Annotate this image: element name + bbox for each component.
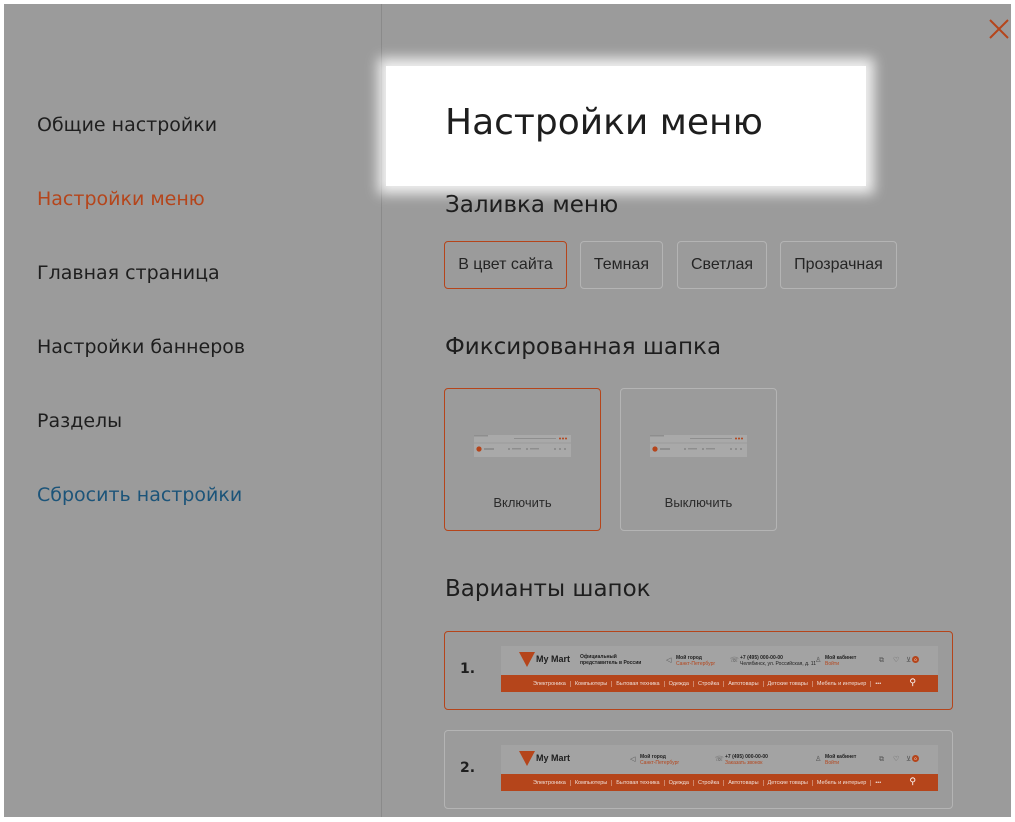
preview-account-value: Войти [825,661,839,667]
compare-icon: ⧉ [879,656,884,664]
phone-icon: ☏ [715,755,724,763]
header-preview: My Mart Официальный представитель в Росс… [501,646,938,694]
preview-top-row: My Mart ◁ Мой город Санкт-Петербург ☏ +7… [501,745,938,774]
fixed-header-enable-card[interactable]: Включить [444,388,601,531]
preview-nav-item: Стройка [694,779,725,786]
preview-nav-item: Компьютеры [571,779,613,786]
preview-nav-item: Компьютеры [571,680,613,687]
sidebar-item-general[interactable]: Общие настройки [37,114,217,136]
sidebar-item-banners[interactable]: Настройки баннеров [37,336,245,358]
preview-phone-sub: Заказать звонок [725,760,763,766]
page-title: Настройки меню [445,102,763,143]
preview-nav-item: Автотовары [724,779,764,786]
fixed-header-disable-label: Выключить [664,495,733,510]
logo-icon [519,751,535,766]
preview-logo: My Mart [536,753,571,763]
preview-address: Челябинск, ул. Российская, д. 11 [740,661,816,667]
fill-option-site-color[interactable]: В цвет сайта [444,241,567,289]
variant-number: 2. [460,760,476,776]
fill-section-title: Заливка меню [445,192,619,218]
preview-top-row: My Mart Официальный представитель в Росс… [501,646,938,675]
user-icon: ♙ [815,656,822,664]
header-preview-thumbnail [650,435,747,457]
sidebar-item-sections[interactable]: Разделы [37,410,122,432]
preview-logo: My Mart [536,654,571,664]
sidebar-item-main-page[interactable]: Главная страница [37,262,220,284]
reset-settings-link[interactable]: Сбросить настройки [37,484,242,506]
preview-nav-item: Детские товары [764,680,813,687]
sidebar-divider [381,4,382,817]
fixed-header-disable-card[interactable]: Выключить [620,388,777,531]
preview-nav-item: Электроника [529,779,571,786]
preview-nav-bar: Электроника Компьютеры Бытовая техника О… [501,675,938,692]
user-icon: ♙ [815,755,822,763]
fill-option-dark[interactable]: Темная [580,241,663,289]
phone-icon: ☏ [730,656,739,664]
preview-nav-more: ••• [875,779,882,786]
cart-icon: ⊻ [906,656,912,664]
header-preview: My Mart ◁ Мой город Санкт-Петербург ☏ +7… [501,745,938,793]
preview-nav-item: Электроника [529,680,571,687]
logo-icon [519,652,535,667]
search-icon: ⚲ [909,678,916,688]
sidebar-item-menu[interactable]: Настройки меню [37,188,205,210]
fill-option-light[interactable]: Светлая [677,241,767,289]
preview-nav-bar: Электроника Компьютеры Бытовая техника О… [501,774,938,791]
header-preview-thumbnail [474,435,571,457]
header-variant-2[interactable]: 2. My Mart ◁ Мой город Санкт-Петербург ☏… [444,730,953,809]
location-icon: ◁ [666,656,672,664]
heart-icon: ♡ [893,656,900,664]
preview-nav-item: Мебель и интерьер [813,779,872,786]
heart-icon: ♡ [893,755,900,763]
cart-badge: 0 [912,755,919,762]
preview-nav-item: Бытовая техника [612,779,665,786]
preview-tagline-2: представитель в России [580,660,642,666]
preview-account-value: Войти [825,760,839,766]
fixed-header-section-title: Фиксированная шапка [445,334,722,360]
preview-nav-item: Автотовары [724,680,764,687]
cart-badge: 0 [912,656,919,663]
compare-icon: ⧉ [879,755,884,763]
preview-nav-item: Бытовая техника [612,680,665,687]
preview-nav-item: Мебель и интерьер [813,680,872,687]
search-icon: ⚲ [909,777,916,787]
close-icon[interactable] [988,18,1010,40]
preview-nav-more: ••• [875,680,882,687]
preview-nav-item: Стройка [694,680,725,687]
preview-city-value: Санкт-Петербург [676,661,716,667]
preview-city-value: Санкт-Петербург [640,760,680,766]
preview-nav-item: Детские товары [764,779,813,786]
fixed-header-enable-label: Включить [493,495,552,510]
header-variant-1[interactable]: 1. My Mart Официальный представитель в Р… [444,631,953,710]
header-variants-section-title: Варианты шапок [445,576,651,602]
cart-icon: ⊻ [906,755,912,763]
location-icon: ◁ [630,755,636,763]
variant-number: 1. [460,661,476,677]
preview-nav-item: Одежда [665,680,694,687]
settings-panel: Общие настройки Настройки меню Главная с… [4,4,1011,817]
preview-nav-item: Одежда [665,779,694,786]
fill-option-transparent[interactable]: Прозрачная [780,241,897,289]
